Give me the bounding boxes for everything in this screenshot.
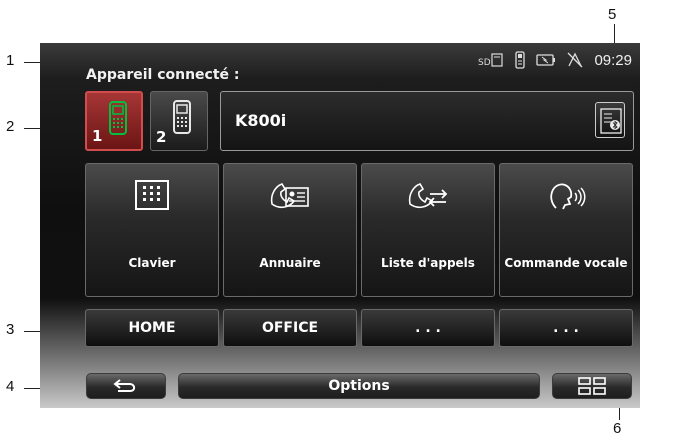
phonebook-button[interactable]: Annuaire bbox=[223, 163, 357, 297]
voice-command-icon bbox=[550, 183, 586, 210]
phonebook-icon bbox=[270, 183, 309, 209]
shortcut-empty-button-4[interactable]: . . . bbox=[499, 309, 633, 347]
svg-text:SD: SD bbox=[478, 58, 491, 67]
phone-1-button[interactable]: 1 bbox=[85, 91, 143, 151]
device-name-field: K800i bbox=[220, 91, 634, 151]
keypad-button[interactable]: Clavier bbox=[85, 163, 219, 297]
mobile-phone-icon bbox=[109, 101, 127, 135]
keypad-label: Clavier bbox=[128, 255, 176, 270]
shortcut-office-button[interactable]: OFFICE bbox=[223, 309, 357, 347]
phone-icon bbox=[514, 51, 526, 69]
shortcut-home-button[interactable]: HOME bbox=[85, 309, 219, 347]
status-bar: SD 09:29 bbox=[478, 49, 632, 71]
callout-6: 6 bbox=[613, 420, 622, 437]
connected-device-label: Appareil connecté : bbox=[86, 67, 240, 83]
callout-4: 4 bbox=[6, 378, 15, 395]
grid-menu-icon bbox=[578, 377, 606, 395]
bluetooth-settings-button[interactable] bbox=[595, 102, 625, 138]
phone-2-button[interactable]: 2 bbox=[150, 91, 208, 151]
call-list-icon bbox=[408, 183, 448, 209]
back-button[interactable] bbox=[86, 373, 166, 399]
bottom-bar: Options bbox=[40, 361, 640, 408]
no-gps-icon bbox=[566, 51, 584, 69]
callout-1: 1 bbox=[6, 52, 15, 69]
sd-card-icon: SD bbox=[478, 53, 504, 67]
callout-2: 2 bbox=[6, 118, 15, 135]
voice-command-label: Commande vocale bbox=[504, 255, 628, 270]
callout-5: 5 bbox=[608, 6, 617, 23]
keypad-icon bbox=[135, 180, 169, 210]
grid-menu-button[interactable] bbox=[552, 373, 632, 399]
bluetooth-icon bbox=[600, 108, 622, 134]
call-list-label: Liste d'appels bbox=[381, 255, 475, 270]
phonebook-label: Annuaire bbox=[259, 255, 321, 270]
callout-3: 3 bbox=[6, 321, 15, 338]
phone-screen: SD 09:29 Appareil connecté: 1 2 K800i C… bbox=[40, 43, 640, 408]
shortcut-empty-button-3[interactable]: . . . bbox=[361, 309, 495, 347]
phone-1-number: 1 bbox=[92, 127, 103, 145]
phone-2-number: 2 bbox=[156, 128, 167, 146]
battery-icon bbox=[536, 54, 556, 66]
device-name: K800i bbox=[235, 111, 287, 130]
clock: 09:29 bbox=[594, 51, 632, 69]
voice-command-button[interactable]: Commande vocale bbox=[499, 163, 633, 297]
options-button[interactable]: Options bbox=[178, 373, 540, 399]
call-list-button[interactable]: Liste d'appels bbox=[361, 163, 495, 297]
back-arrow-icon bbox=[113, 379, 136, 392]
mobile-phone-icon bbox=[173, 100, 191, 134]
